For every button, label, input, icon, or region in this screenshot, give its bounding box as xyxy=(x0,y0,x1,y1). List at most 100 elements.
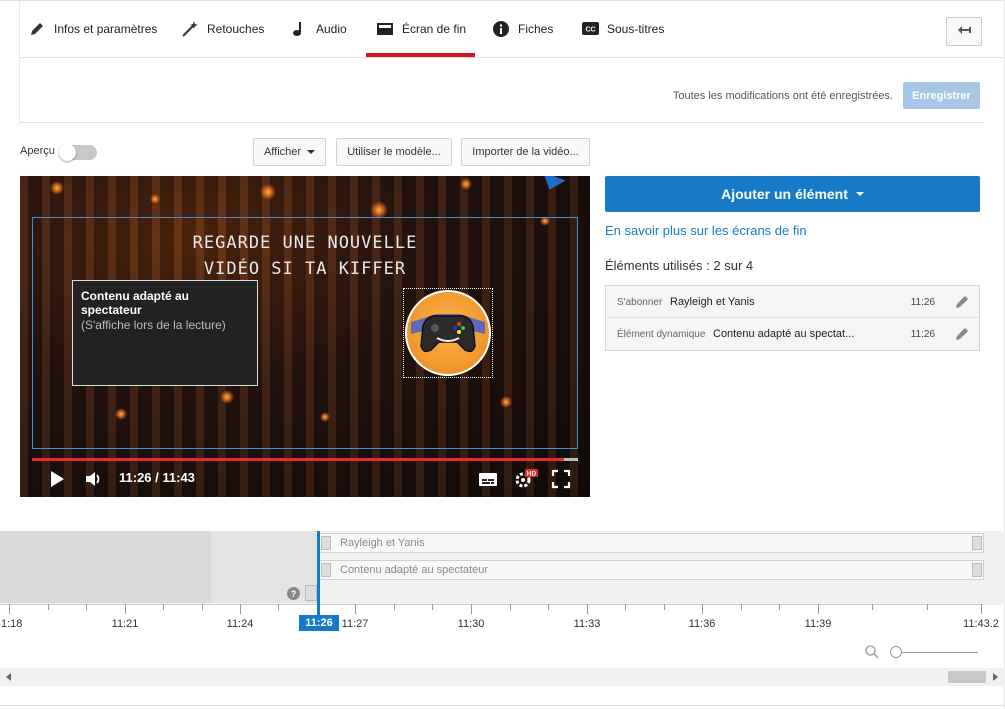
ruler-major-tick xyxy=(818,604,819,614)
ruler-tick-label: 11:43.2 xyxy=(963,618,999,630)
video-title-line1: REGARDE UNE NOUVELLE xyxy=(192,233,418,253)
settings-gear-icon[interactable]: HD xyxy=(514,469,538,489)
magic-wand-icon xyxy=(181,20,199,38)
ruler-minor-tick xyxy=(202,604,203,610)
video-progress-bar[interactable] xyxy=(32,458,578,461)
cc-icon: CC xyxy=(581,20,599,38)
svg-text:CC: CC xyxy=(585,27,595,34)
ruler-tick-label: 11:39 xyxy=(804,618,832,630)
tab-audio[interactable]: Audio xyxy=(290,0,347,57)
ruler-minor-tick xyxy=(48,604,49,610)
tab-label: Infos et paramètres xyxy=(54,21,158,36)
horizontal-scrollbar[interactable] xyxy=(0,668,1005,686)
ruler-tick-label: 11:33 xyxy=(573,618,601,630)
track-end-handle[interactable] xyxy=(972,563,982,577)
undo-arrow-icon xyxy=(957,23,971,41)
ruler-minor-tick xyxy=(927,604,928,610)
progress-remaining xyxy=(564,458,578,461)
preview-toggle[interactable] xyxy=(59,144,97,161)
timeline-track-subscribe[interactable]: Rayleigh et Yanis xyxy=(319,533,984,553)
hd-badge: HD xyxy=(527,471,537,478)
ruler-minor-tick xyxy=(741,604,742,610)
element-row-dynamic[interactable]: Élément dynamique Contenu adapté au spec… xyxy=(606,318,979,350)
ruler-minor-tick xyxy=(664,604,665,610)
track-start-handle[interactable] xyxy=(321,536,331,550)
play-icon[interactable] xyxy=(47,469,67,489)
video-title-text: REGARDE UNE NOUVELLE VIDÉO SI TA KIFFER xyxy=(20,230,590,282)
show-dropdown-button[interactable]: Afficher xyxy=(253,138,326,166)
ruler-major-tick xyxy=(702,604,703,614)
preview-label: Aperçu xyxy=(20,145,55,157)
edit-pencil-icon[interactable] xyxy=(954,326,970,342)
ruler-major-tick xyxy=(125,604,126,614)
element-row-subscribe[interactable]: S'abonner Rayleigh et Yanis 11:26 xyxy=(606,286,979,318)
fullscreen-icon[interactable] xyxy=(551,469,571,489)
info-icon xyxy=(492,20,510,38)
import-from-video-button[interactable]: Importer de la vidéo... xyxy=(461,138,590,166)
tab-label: Fiches xyxy=(518,21,554,36)
timeline-ruler xyxy=(0,604,983,605)
ruler-major-tick xyxy=(9,604,10,614)
ruler-tick-label: 11:24 xyxy=(226,618,254,630)
tab-fiches[interactable]: Fiches xyxy=(492,0,553,57)
ruler-major-tick xyxy=(240,604,241,614)
back-button[interactable] xyxy=(946,17,982,46)
tab-infos[interactable]: Infos et paramètres xyxy=(28,0,157,57)
use-template-button[interactable]: Utiliser le modèle... xyxy=(336,138,452,166)
ember xyxy=(460,178,472,190)
subtitles-icon[interactable] xyxy=(478,469,498,489)
playhead[interactable] xyxy=(317,531,320,616)
save-button[interactable]: Enregistrer xyxy=(903,82,980,109)
video-controls: 11:26 / 11:43 HD xyxy=(20,464,590,497)
show-button-label: Afficher xyxy=(263,146,302,158)
tab-ecran-de-fin[interactable]: Écran de fin xyxy=(365,0,476,57)
learn-more-link[interactable]: En savoir plus sur les écrans de fin xyxy=(605,223,807,238)
ruler-major-tick xyxy=(355,604,356,614)
edit-pencil-icon[interactable] xyxy=(954,294,970,310)
end-screen-editor: Infos et paramètres Retouches Audio Écra… xyxy=(0,0,1005,709)
timeline-track-dynamic[interactable]: Contenu adapté au spectateur xyxy=(319,560,984,580)
playhead-time: 11:26 xyxy=(299,615,339,631)
tab-retouches[interactable]: Retouches xyxy=(181,0,264,57)
element-type: Élément dynamique xyxy=(617,329,706,340)
scroll-left-arrow-icon[interactable] xyxy=(6,673,11,681)
tab-label: Audio xyxy=(316,21,347,36)
ruler-minor-tick xyxy=(163,604,164,610)
tab-label: Écran de fin xyxy=(402,21,467,36)
add-element-button[interactable]: Ajouter un élément xyxy=(605,176,980,212)
subscribe-element-box[interactable] xyxy=(403,288,493,378)
element-time: 11:26 xyxy=(910,329,935,340)
scroll-right-arrow-icon[interactable] xyxy=(993,673,998,681)
video-preview[interactable]: REGARDE UNE NOUVELLE VIDÉO SI TA KIFFER … xyxy=(20,176,590,497)
element-name: Rayleigh et Yanis xyxy=(670,296,755,308)
element-title: Contenu adapté au spectateur xyxy=(81,289,190,317)
ruler-major-tick xyxy=(587,604,588,614)
volume-icon[interactable] xyxy=(84,469,104,489)
tab-sous-titres[interactable]: CC Sous-titres xyxy=(581,0,664,57)
progress-fill xyxy=(32,458,564,461)
element-name: Contenu adapté au spectat... xyxy=(713,328,855,340)
channel-avatar xyxy=(405,290,491,376)
zoom-slider-knob[interactable] xyxy=(890,646,902,658)
ruler-tick-label: 11:36 xyxy=(688,618,716,630)
timeline-inactive-region xyxy=(211,531,318,603)
element-time: 11:26 xyxy=(910,297,935,308)
ruler-tick-label: 1:18 xyxy=(1,618,23,630)
ember xyxy=(50,181,64,195)
end-screen-start-handle[interactable] xyxy=(305,585,317,601)
zoom-slider-track[interactable] xyxy=(893,652,978,653)
track-start-handle[interactable] xyxy=(321,563,331,577)
caret-down-icon xyxy=(307,150,316,154)
dynamic-element-box[interactable]: Contenu adapté au spectateur (S'affiche … xyxy=(72,280,258,386)
help-icon[interactable]: ? xyxy=(287,587,300,600)
ember xyxy=(150,194,160,204)
caret-down-icon xyxy=(855,192,864,196)
ruler-minor-tick xyxy=(86,604,87,610)
ruler-tick-label: 11:30 xyxy=(457,618,485,630)
toggle-knob xyxy=(59,144,76,161)
track-end-handle[interactable] xyxy=(972,536,982,550)
add-element-label: Ajouter un élément xyxy=(721,186,848,202)
zoom-search-icon xyxy=(865,645,879,659)
save-status: Toutes les modifications ont été enregis… xyxy=(672,90,893,102)
scrollbar-thumb[interactable] xyxy=(948,671,986,683)
